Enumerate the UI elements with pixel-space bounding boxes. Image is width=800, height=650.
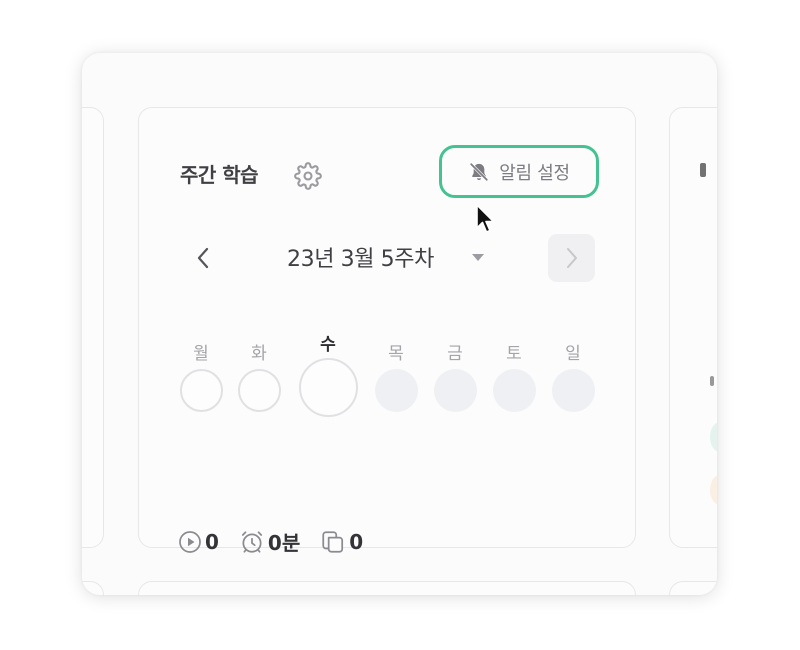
- stat-videos-value: 0: [205, 529, 219, 554]
- day-wed-today[interactable]: 수: [298, 334, 358, 417]
- day-circle: [433, 369, 477, 412]
- card-title: 주간 학습: [180, 163, 259, 187]
- day-circle: [237, 369, 281, 412]
- alarm-clock-icon: [241, 530, 262, 553]
- lower-card: [138, 581, 636, 595]
- alarm-settings-button[interactable]: 알림 설정: [439, 145, 599, 198]
- day-sun[interactable]: 일: [543, 343, 603, 412]
- next-card: [669, 107, 717, 548]
- caret-down-icon[interactable]: [472, 254, 484, 261]
- day-circle: [179, 369, 223, 412]
- next-card-label-fragment: [710, 376, 714, 386]
- week-selector[interactable]: 23년 3월 5주차: [287, 241, 434, 273]
- stat-time-value: 0분: [267, 531, 301, 555]
- alarm-settings-label: 알림 설정: [499, 162, 570, 184]
- day-label: 목: [388, 344, 404, 364]
- day-circle: [374, 369, 418, 412]
- stat-cards-value: 0: [349, 529, 364, 554]
- copy-icon: [322, 530, 344, 553]
- day-label: 금: [447, 344, 463, 364]
- day-circle: [551, 369, 595, 412]
- next-week-button[interactable]: [548, 234, 595, 282]
- day-circle: [492, 369, 536, 412]
- weekly-study-card: 주간 학습 알림 설정 23년 3월 5주차 월 화 수 목 금 토 일 0 0…: [138, 107, 636, 555]
- play-icon: [179, 530, 201, 553]
- stat-cards: 0: [320, 529, 363, 555]
- day-label: 수: [320, 335, 336, 355]
- next-card-title-fragment: [700, 163, 706, 177]
- bell-off-icon: [469, 162, 489, 181]
- next-card-green-avatar: [710, 422, 717, 452]
- day-label: 토: [506, 344, 522, 364]
- day-thu[interactable]: 목: [366, 343, 426, 412]
- chevron-right-icon: [566, 248, 577, 268]
- day-label: 화: [251, 344, 267, 364]
- stat-time: 0분: [239, 527, 300, 556]
- day-sat[interactable]: 토: [484, 343, 544, 412]
- next-card-orange-avatar: [710, 475, 717, 505]
- day-label: 일: [565, 344, 581, 364]
- lower-left-card: [82, 581, 104, 595]
- day-tue[interactable]: 화: [229, 343, 289, 412]
- stat-videos: 0: [178, 530, 219, 554]
- previous-card: [82, 107, 104, 548]
- viewport: 주간 학습 알림 설정 23년 3월 5주차 월 화 수 목 금 토 일 0 0…: [82, 53, 717, 595]
- day-fri[interactable]: 금: [425, 343, 485, 412]
- lower-right-card: [669, 581, 717, 595]
- weekly-stats: 0 0분 0: [178, 527, 383, 556]
- mouse-cursor-icon: [476, 204, 495, 233]
- day-label: 월: [193, 344, 209, 364]
- gear-icon[interactable]: [294, 162, 322, 190]
- day-circle: [298, 358, 358, 417]
- previous-week-button[interactable]: [186, 236, 220, 280]
- chevron-left-icon: [197, 247, 209, 269]
- day-mon[interactable]: 월: [171, 343, 231, 412]
